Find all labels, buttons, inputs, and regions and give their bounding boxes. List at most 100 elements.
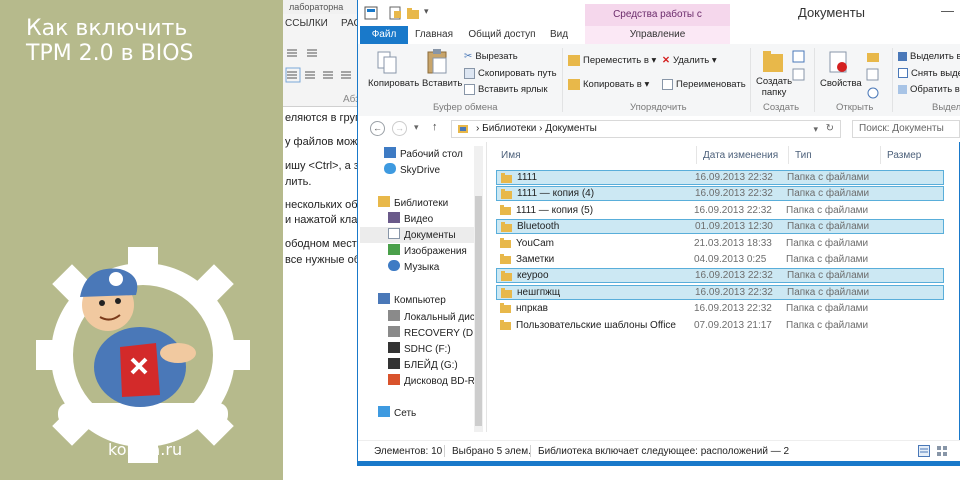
file-row[interactable]: Bluetooth 01.09.2013 12:30 Папка с файлами <box>496 219 944 235</box>
create-group-label: Создать <box>763 102 800 113</box>
select-none-button[interactable]: Снять выде <box>898 68 960 79</box>
tab-manage[interactable]: Управление <box>585 26 730 44</box>
address-field[interactable]: › Библиотеки › Документы ▾ ↻ <box>451 120 841 138</box>
tab-view[interactable]: Вид <box>544 26 574 44</box>
file-row[interactable]: кеурoo 16.09.2013 22:32 Папка с файлами <box>496 268 944 284</box>
nav-item-local-disk[interactable]: Локальный диск <box>388 310 479 325</box>
select-all-button[interactable]: Выделить в <box>898 51 960 62</box>
file-row[interactable]: Пользовательские шаблоны Office 07.09.201… <box>496 318 944 333</box>
file-row[interactable]: 1111 — копия (4) 16.09.2013 22:32 Папка с … <box>496 186 944 202</box>
window-menu-icon[interactable] <box>364 6 378 20</box>
search-input[interactable]: Поиск: Документы <box>852 120 960 138</box>
file-date: 16.09.2013 22:32 <box>694 204 772 216</box>
file-date: 21.03.2013 18:33 <box>694 237 772 249</box>
nav-item-network[interactable]: Сеть <box>378 406 416 421</box>
column-divider[interactable] <box>696 146 697 164</box>
nav-item-label: Музыка <box>404 262 440 273</box>
recent-locations-icon[interactable]: ▾ <box>414 122 419 133</box>
tab-file[interactable]: Файл <box>360 26 408 44</box>
paste-shortcut-label: Вставить ярлык <box>478 84 548 96</box>
network-icon <box>378 406 390 417</box>
nav-item-label: SDHC (F:) <box>404 344 451 355</box>
column-date[interactable]: Дата изменения <box>703 150 778 161</box>
properties-button[interactable]: Свойства <box>820 78 862 89</box>
nav-item-recovery[interactable]: RECOVERY (D:) <box>388 326 479 341</box>
invert-selection-label: Обратить в <box>910 84 960 95</box>
column-size[interactable]: Размер <box>887 150 921 161</box>
copy-to-button[interactable]: Копировать в ▾ <box>568 79 649 90</box>
move-to-button[interactable]: Переместить в ▾ <box>568 55 656 66</box>
column-divider[interactable] <box>788 146 789 164</box>
rename-button[interactable]: Переименовать <box>662 79 746 90</box>
nav-item-libraries[interactable]: Библиотеки <box>378 196 448 211</box>
breadcrumb-documents[interactable]: Документы <box>545 123 597 134</box>
nav-scrollbar-thumb[interactable] <box>475 196 482 426</box>
open-group-label: Открыть <box>836 102 874 113</box>
nav-item-documents[interactable]: Документы <box>388 228 456 243</box>
nav-item-sdhc[interactable]: SDHC (F:) <box>388 342 451 357</box>
file-type: Папка с файлами <box>786 303 869 315</box>
up-icon[interactable]: ↑ <box>432 121 438 133</box>
computer-icon <box>378 293 390 304</box>
file-date: 01.09.2013 12:30 <box>695 221 773 233</box>
properties-icon[interactable] <box>828 50 850 76</box>
nav-scrollbar[interactable] <box>474 146 483 432</box>
breadcrumb-libraries[interactable]: Библиотеки <box>482 123 536 134</box>
nav-item-pictures[interactable]: Изображения <box>388 244 467 259</box>
file-row[interactable]: нпркав 16.09.2013 22:32 Папка с файлами <box>496 301 944 316</box>
file-row[interactable]: YouCam 21.03.2013 18:33 Папка с файлами <box>496 236 944 251</box>
nav-item-video[interactable]: Видео <box>388 212 433 227</box>
details-view-icon[interactable] <box>918 445 930 457</box>
paste-shortcut-button[interactable]: Вставить ярлык <box>464 84 548 95</box>
word-text-line: еляются в груп <box>285 112 361 124</box>
address-dropdown-icon[interactable]: ▾ <box>813 121 818 137</box>
nav-item-music[interactable]: Музыка <box>388 260 439 275</box>
new-folder-quick-icon[interactable] <box>406 6 420 20</box>
delete-button[interactable]: ✕ Удалить ▾ <box>662 55 717 66</box>
file-row[interactable]: 1111 — копия (5) 16.09.2013 22:32 Папка с … <box>496 203 944 218</box>
column-divider[interactable] <box>880 146 881 164</box>
cut-button[interactable]: ✂ Вырезать <box>464 51 518 62</box>
quick-access-dropdown-icon[interactable]: ▾ <box>424 6 429 17</box>
copy-path-button[interactable]: Скопировать путь <box>464 68 557 79</box>
word-tab-references[interactable]: ССЫЛКИ <box>285 18 328 29</box>
refresh-icon[interactable]: ↻ <box>826 121 834 137</box>
forward-icon[interactable]: → <box>392 121 407 136</box>
file-type: Папка с файлами <box>786 204 869 216</box>
file-row[interactable]: нешгпжщ 16.09.2013 22:32 Папка с файлами <box>496 284 944 300</box>
copy-icon[interactable] <box>376 50 398 76</box>
cut-label: Вырезать <box>475 51 518 63</box>
new-item-icon[interactable] <box>792 50 806 64</box>
invert-selection-button[interactable]: Обратить в <box>898 84 960 95</box>
easy-access-icon[interactable] <box>792 68 806 82</box>
status-item-count: Элементов: 10 <box>374 446 443 457</box>
breadcrumb-sep: › <box>476 123 480 134</box>
open-icon[interactable] <box>866 50 880 64</box>
back-icon[interactable]: ← <box>370 121 385 136</box>
column-type[interactable]: Тип <box>795 150 812 161</box>
file-row[interactable]: Заметки 04.09.2013 0:25 Папка с файлами <box>496 252 944 267</box>
tab-share[interactable]: Общий доступ <box>462 26 542 44</box>
edit-icon[interactable] <box>866 68 880 82</box>
new-folder-icon[interactable] <box>762 48 784 74</box>
clipboard-group-label: Буфер обмена <box>433 102 498 113</box>
properties-quick-icon[interactable] <box>388 6 402 20</box>
libraries-icon <box>378 196 390 207</box>
large-icons-view-icon[interactable] <box>936 445 948 457</box>
minimize-icon[interactable]: — <box>941 3 954 18</box>
column-name[interactable]: Имя <box>501 150 520 161</box>
paste-icon[interactable] <box>426 48 448 74</box>
nav-item-bd-drive[interactable]: Дисковод BD-RO <box>388 374 483 389</box>
paste-button[interactable]: Вставить <box>422 78 462 89</box>
invert-selection-icon <box>898 84 907 94</box>
history-icon[interactable] <box>866 86 880 100</box>
file-row[interactable]: 1111 16.09.2013 22:32 Папка с файлами <box>496 170 944 185</box>
nav-item-computer[interactable]: Компьютер <box>378 293 446 308</box>
tab-home[interactable]: Главная <box>410 26 458 44</box>
copy-button[interactable]: Копировать <box>368 78 419 89</box>
new-folder-button[interactable]: Создать папку <box>756 76 792 98</box>
ribbon-separator <box>892 48 893 112</box>
nav-item-skydrive[interactable]: SkyDrive <box>384 163 440 178</box>
nav-item-desktop[interactable]: Рабочий стол <box>384 147 463 162</box>
nav-item-usb[interactable]: БЛЕЙД (G:) <box>388 358 458 373</box>
